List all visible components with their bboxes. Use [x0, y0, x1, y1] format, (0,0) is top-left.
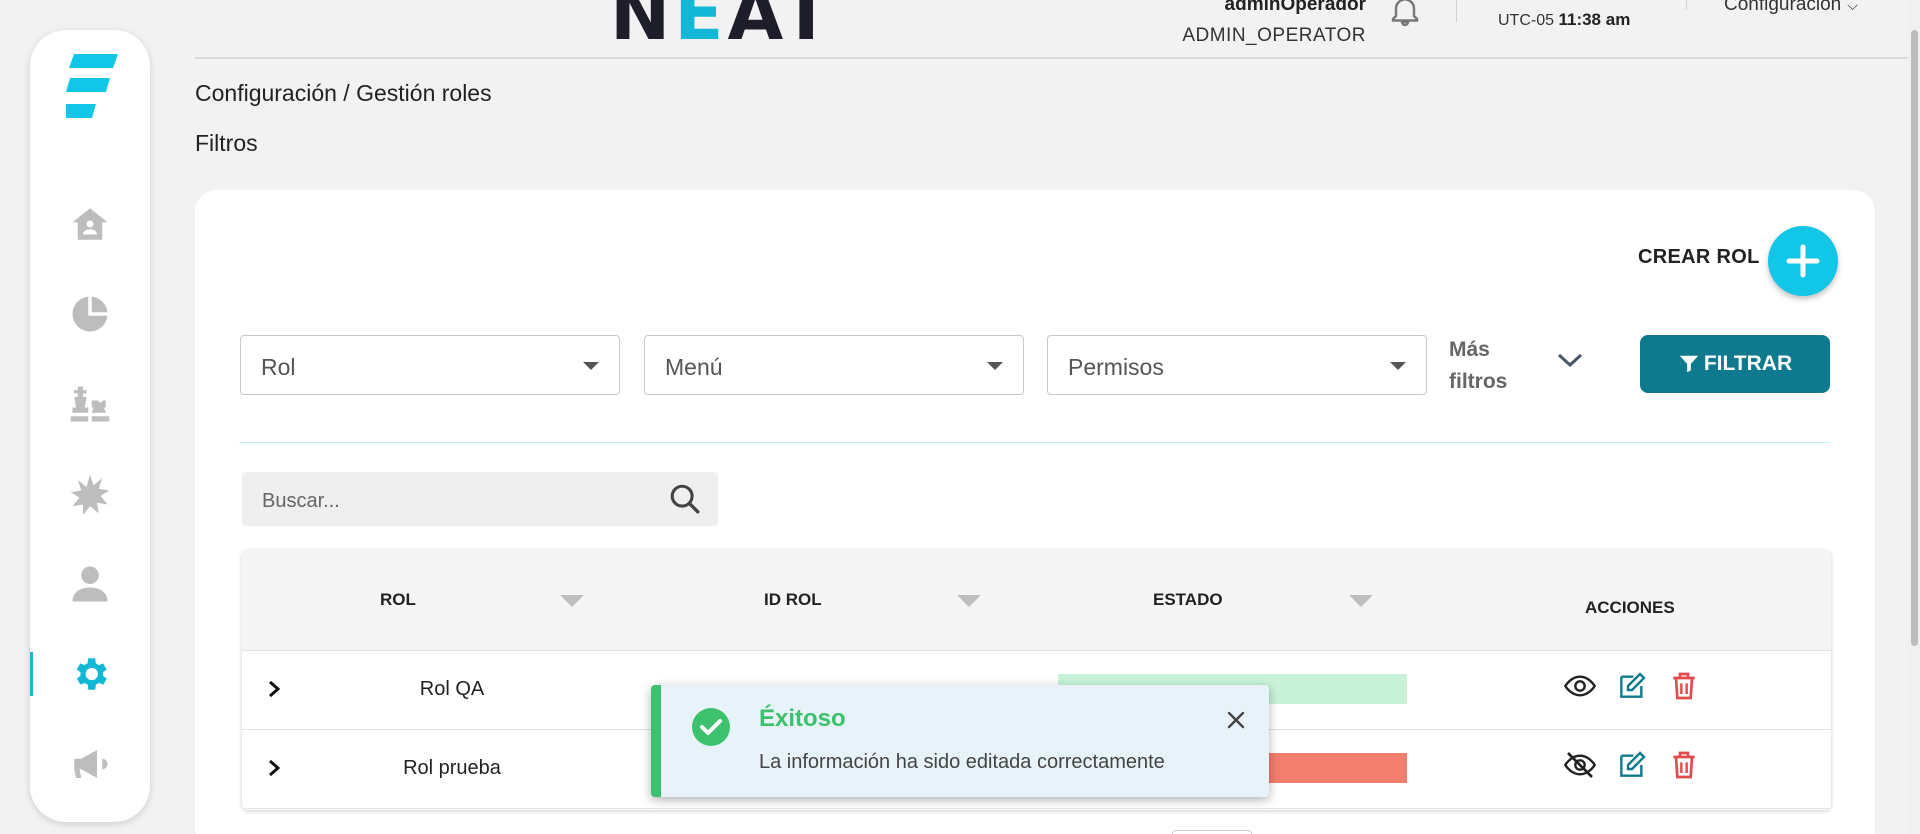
- close-icon[interactable]: [1225, 709, 1247, 731]
- chevron-down-icon: ⌵: [1847, 0, 1858, 13]
- menu-select[interactable]: Menú: [644, 335, 1024, 395]
- toast-title: Éxitoso: [759, 705, 846, 732]
- sidebar-item-settings[interactable]: [30, 644, 150, 704]
- create-role-button[interactable]: [1768, 226, 1838, 296]
- bell-icon[interactable]: [1386, 0, 1424, 28]
- view-eye-off-icon[interactable]: [1563, 749, 1597, 781]
- current-time: 11:38 am: [1558, 10, 1631, 29]
- config-menu[interactable]: Configuración ⌵: [1724, 0, 1858, 16]
- role-name: Rol QA: [419, 678, 485, 700]
- caret-down-icon: [987, 362, 1003, 370]
- column-header-estado: ESTADO: [1153, 590, 1223, 609]
- sort-id-rol-icon[interactable]: [957, 595, 981, 607]
- brand-logo: NEAT: [610, 0, 835, 56]
- sidebar: [30, 30, 150, 822]
- filter-button-label: FILTRAR: [1703, 352, 1793, 375]
- table-header: ROL ID ROL ESTADO ACCIONES: [242, 550, 1831, 651]
- sidebar-item-strategy[interactable]: [30, 374, 150, 434]
- sidebar-item-users[interactable]: [30, 554, 150, 614]
- success-toast: Éxitoso La información ha sido editada c…: [651, 685, 1269, 797]
- neat-logo-icon: [66, 54, 118, 118]
- megaphone-icon: [74, 750, 108, 778]
- sidebar-item-announcements[interactable]: [30, 734, 150, 794]
- timezone: UTC-05: [1498, 12, 1555, 29]
- check-circle-icon: [692, 708, 730, 746]
- more-filters-toggle[interactable]: Más filtros: [1449, 334, 1519, 398]
- scrollbar-thumb[interactable]: [1911, 30, 1918, 646]
- column-header-id-rol: ID ROL: [764, 590, 822, 609]
- chevron-down-icon[interactable]: [1555, 348, 1585, 372]
- chevron-right-icon[interactable]: [264, 677, 284, 701]
- plus-icon: [1786, 244, 1820, 278]
- breadcrumb: Configuración / Gestión roles: [195, 80, 492, 106]
- burst-icon: [70, 474, 110, 515]
- caret-down-icon: [583, 362, 599, 370]
- sidebar-item-home[interactable]: [30, 194, 150, 254]
- column-header-acciones: ACCIONES: [1585, 598, 1675, 617]
- permisos-select[interactable]: Permisos: [1047, 335, 1427, 395]
- user-role: ADMIN_OPERATOR: [1182, 25, 1366, 46]
- pagination-select[interactable]: [1172, 830, 1252, 834]
- search-input[interactable]: Buscar...: [242, 472, 718, 526]
- delete-trash-icon[interactable]: [1668, 749, 1700, 781]
- filter-icon: [1679, 355, 1699, 373]
- delete-trash-icon[interactable]: [1668, 670, 1700, 702]
- filters-divider: [239, 442, 1830, 443]
- edit-icon[interactable]: [1616, 670, 1648, 702]
- home-icon: [72, 208, 108, 240]
- header-divider: [1456, 0, 1457, 22]
- column-header-rol: ROL: [380, 590, 416, 609]
- gear-icon: [76, 658, 107, 690]
- section-title: Filtros: [195, 130, 258, 156]
- toast-message: La información ha sido editada correctam…: [759, 751, 1165, 773]
- create-role-label: CREAR ROL: [1638, 246, 1760, 268]
- config-menu-label: Configuración: [1724, 0, 1842, 15]
- rol-select[interactable]: Rol: [240, 335, 620, 395]
- user-name: adminOperador: [1224, 0, 1366, 15]
- menu-select-label: Menú: [665, 354, 723, 380]
- chess-icon: [70, 386, 110, 422]
- caret-down-icon: [1390, 362, 1406, 370]
- sidebar-item-reports[interactable]: [30, 284, 150, 344]
- permisos-select-label: Permisos: [1068, 354, 1164, 380]
- role-name: Rol prueba: [403, 757, 501, 779]
- pie-chart-icon: [72, 296, 108, 332]
- header-divider-line: [195, 57, 1910, 59]
- edit-icon[interactable]: [1616, 749, 1648, 781]
- row-actions: [1563, 670, 1700, 702]
- sidebar-item-incidents[interactable]: [30, 464, 150, 524]
- sort-rol-icon[interactable]: [560, 595, 584, 607]
- view-eye-icon[interactable]: [1563, 670, 1597, 702]
- header-divider: [1686, 0, 1687, 10]
- clock: UTC-05 11:38 am: [1498, 10, 1630, 30]
- sort-estado-icon[interactable]: [1349, 595, 1373, 607]
- chevron-right-icon[interactable]: [264, 756, 284, 780]
- search-icon[interactable]: [668, 482, 702, 516]
- filter-button[interactable]: FILTRAR: [1640, 335, 1830, 393]
- search-placeholder: Buscar...: [262, 490, 340, 512]
- user-icon: [72, 566, 108, 602]
- page-scrollbar[interactable]: [1908, 0, 1920, 834]
- rol-select-label: Rol: [261, 354, 296, 380]
- row-actions: [1563, 749, 1700, 781]
